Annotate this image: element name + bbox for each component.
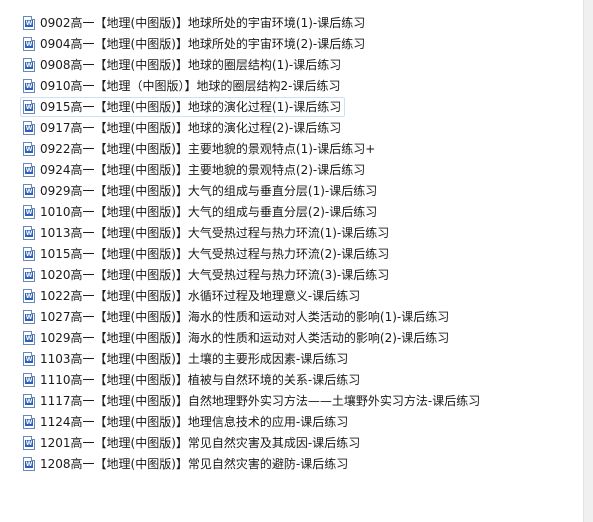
file-item[interactable]: W 0922高一【地理(中图版)】主要地貌的景观特点(1)-课后练习+: [20, 139, 379, 159]
word-document-icon: W: [23, 184, 35, 198]
file-name: 0922高一【地理(中图版)】主要地貌的景观特点(1)-课后练习+: [40, 142, 376, 156]
file-item[interactable]: W 1027高一【地理(中图版)】海水的性质和运动对人类活动的影响(1)-课后练习: [20, 307, 453, 327]
file-item[interactable]: W 1124高一【地理(中图版)】地理信息技术的应用-课后练习: [20, 412, 352, 432]
file-name: 1010高一【地理(中图版)】大气的组成与垂直分层(2)-课后练习: [40, 205, 378, 219]
file-name: 1201高一【地理(中图版)】常见自然灾害及其成因-课后练习: [40, 436, 361, 450]
word-document-icon: W: [23, 247, 35, 261]
word-document-icon: W: [23, 436, 35, 450]
file-item[interactable]: W 0910高一【地理（中图版）】地球的圈层结构2-课后练习: [20, 76, 345, 96]
file-item[interactable]: W 1015高一【地理(中图版)】大气受热过程与热力环流(2)-课后练习: [20, 244, 393, 264]
file-item[interactable]: W 1020高一【地理(中图版)】大气受热过程与热力环流(3)-课后练习: [20, 265, 393, 285]
file-name: 0910高一【地理（中图版）】地球的圈层结构2-课后练习: [40, 79, 341, 93]
file-item[interactable]: W 0904高一【地理(中图版)】地球所处的宇宙环境(2)-课后练习: [20, 34, 369, 54]
word-document-icon: W: [23, 37, 35, 51]
file-item[interactable]: W 0908高一【地理(中图版)】地球的圈层结构(1)-课后练习: [20, 55, 345, 75]
file-item[interactable]: W 1208高一【地理(中图版)】常见自然灾害的避防-课后练习: [20, 454, 352, 474]
file-name: 1022高一【地理(中图版)】水循环过程及地理意义-课后练习: [40, 289, 361, 303]
file-name: 1029高一【地理(中图版)】海水的性质和运动对人类活动的影响(2)-课后练习: [40, 331, 450, 345]
file-name: 0924高一【地理(中图版)】主要地貌的景观特点(2)-课后练习: [40, 163, 366, 177]
word-document-icon: W: [23, 142, 35, 156]
file-name: 0917高一【地理(中图版)】地球的演化过程(2)-课后练习: [40, 121, 342, 135]
file-item[interactable]: W 1201高一【地理(中图版)】常见自然灾害及其成因-课后练习: [20, 433, 364, 453]
file-item[interactable]: W 1117高一【地理(中图版)】自然地理野外实习方法——土壤野外实习方法-课后练…: [20, 391, 484, 411]
word-document-icon: W: [23, 331, 35, 345]
file-name: 0908高一【地理(中图版)】地球的圈层结构(1)-课后练习: [40, 58, 342, 72]
file-item[interactable]: W 1110高一【地理(中图版)】植被与自然环境的关系-课后练习: [20, 370, 364, 390]
file-item[interactable]: W 0917高一【地理(中图版)】地球的演化过程(2)-课后练习: [20, 118, 345, 138]
file-item[interactable]: W 0924高一【地理(中图版)】主要地貌的景观特点(2)-课后练习: [20, 160, 369, 180]
file-name: 1015高一【地理(中图版)】大气受热过程与热力环流(2)-课后练习: [40, 247, 390, 261]
word-document-icon: W: [23, 415, 35, 429]
vertical-scrollbar[interactable]: [583, 0, 593, 522]
file-name: 1208高一【地理(中图版)】常见自然灾害的避防-课后练习: [40, 457, 349, 471]
file-item[interactable]: W 1010高一【地理(中图版)】大气的组成与垂直分层(2)-课后练习: [20, 202, 381, 222]
word-document-icon: W: [23, 457, 35, 471]
file-item[interactable]: W 1013高一【地理(中图版)】大气受热过程与热力环流(1)-课后练习: [20, 223, 393, 243]
file-item[interactable]: W 0929高一【地理(中图版)】大气的组成与垂直分层(1)-课后练习: [20, 181, 381, 201]
word-document-icon: W: [23, 289, 35, 303]
file-list: W 0902高一【地理(中图版)】地球所处的宇宙环境(1)-课后练习 W 0904高一…: [0, 0, 583, 522]
file-item[interactable]: W 1022高一【地理(中图版)】水循环过程及地理意义-课后练习: [20, 286, 364, 306]
word-document-icon: W: [23, 268, 35, 282]
file-name: 0902高一【地理(中图版)】地球所处的宇宙环境(1)-课后练习: [40, 16, 366, 30]
file-name: 1013高一【地理(中图版)】大气受热过程与热力环流(1)-课后练习: [40, 226, 390, 240]
file-name: 1027高一【地理(中图版)】海水的性质和运动对人类活动的影响(1)-课后练习: [40, 310, 450, 324]
file-item[interactable]: W 1029高一【地理(中图版)】海水的性质和运动对人类活动的影响(2)-课后练习: [20, 328, 453, 348]
file-name: 0904高一【地理(中图版)】地球所处的宇宙环境(2)-课后练习: [40, 37, 366, 51]
word-document-icon: W: [23, 121, 35, 135]
file-name: 1110高一【地理(中图版)】植被与自然环境的关系-课后练习: [40, 373, 361, 387]
file-name: 1117高一【地理(中图版)】自然地理野外实习方法——土壤野外实习方法-课后练习: [40, 394, 481, 408]
file-name: 1103高一【地理(中图版)】土壤的主要形成因素-课后练习: [40, 352, 349, 366]
word-document-icon: W: [23, 163, 35, 177]
file-item[interactable]: W 0902高一【地理(中图版)】地球所处的宇宙环境(1)-课后练习: [20, 13, 369, 33]
file-name: 1124高一【地理(中图版)】地理信息技术的应用-课后练习: [40, 415, 349, 429]
word-document-icon: W: [23, 100, 35, 114]
file-name: 0929高一【地理(中图版)】大气的组成与垂直分层(1)-课后练习: [40, 184, 378, 198]
word-document-icon: W: [23, 58, 35, 72]
file-item[interactable]: W 0915高一【地理(中图版)】地球的演化过程(1)-课后练习: [20, 97, 346, 117]
word-document-icon: W: [23, 226, 35, 240]
file-name: 1020高一【地理(中图版)】大气受热过程与热力环流(3)-课后练习: [40, 268, 390, 282]
word-document-icon: W: [23, 205, 35, 219]
word-document-icon: W: [23, 16, 35, 30]
word-document-icon: W: [23, 79, 35, 93]
file-item[interactable]: W 1103高一【地理(中图版)】土壤的主要形成因素-课后练习: [20, 349, 352, 369]
word-document-icon: W: [23, 310, 35, 324]
word-document-icon: W: [23, 394, 35, 408]
file-name: 0915高一【地理(中图版)】地球的演化过程(1)-课后练习: [40, 100, 342, 114]
word-document-icon: W: [23, 352, 35, 366]
word-document-icon: W: [23, 373, 35, 387]
